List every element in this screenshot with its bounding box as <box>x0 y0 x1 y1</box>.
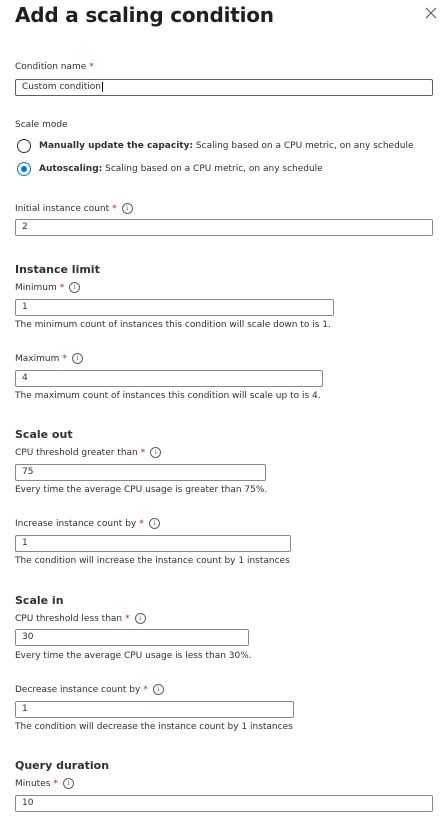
condition-name-label: Condition name * <box>15 62 94 72</box>
cpu-threshold-greater-input[interactable]: 75 <box>15 464 266 481</box>
info-icon[interactable]: i <box>148 518 160 529</box>
scale-out-heading: Scale out <box>15 428 73 441</box>
increase-instance-count-input[interactable]: 1 <box>15 535 291 552</box>
query-duration-heading: Query duration <box>15 759 110 772</box>
info-icon[interactable]: i <box>71 353 83 364</box>
maximum-input[interactable]: 4 <box>15 370 323 387</box>
minimum-input[interactable]: 1 <box>15 299 334 316</box>
required-asterisk: * <box>59 283 65 293</box>
initial-instance-count-input[interactable]: 2 <box>15 219 433 236</box>
radio-autoscaling[interactable] <box>17 162 31 176</box>
close-icon[interactable] <box>424 6 438 20</box>
increase-instance-count-label: Increase instance count by * i <box>15 518 160 529</box>
maximum-help-text: The maximum count of instances this cond… <box>15 391 321 401</box>
radio-manual-capacity-label[interactable]: Manually update the capacity: Scaling ba… <box>39 141 414 151</box>
cpu-threshold-less-input[interactable]: 30 <box>15 629 249 646</box>
text-caret <box>101 81 103 92</box>
info-icon[interactable]: i <box>69 282 81 293</box>
condition-name-input[interactable]: Custom condition <box>15 79 433 96</box>
required-asterisk: * <box>112 204 117 214</box>
scale-in-heading: Scale in <box>15 594 64 607</box>
info-icon[interactable]: i <box>62 778 74 789</box>
required-asterisk: * <box>140 448 146 458</box>
info-icon[interactable]: i <box>134 613 146 624</box>
minutes-input[interactable]: 10 <box>15 795 433 812</box>
maximum-label: Maximum * i <box>15 353 83 364</box>
radio-autoscaling-label[interactable]: Autoscaling: Scaling based on a CPU metr… <box>39 164 323 174</box>
minimum-help-text: The minimum count of instances this cond… <box>15 320 331 330</box>
info-icon[interactable]: i <box>121 203 133 214</box>
minimum-label: Minimum * i <box>15 282 81 293</box>
decrease-instance-count-help: The condition will decrease the instance… <box>15 722 293 732</box>
cpu-threshold-greater-label: CPU threshold greater than * i <box>15 447 162 458</box>
radio-manual-capacity[interactable] <box>17 139 31 153</box>
scale-mode-label: Scale mode <box>15 120 68 130</box>
required-asterisk: * <box>139 519 144 529</box>
required-asterisk: * <box>89 62 94 72</box>
info-icon[interactable]: i <box>152 684 164 695</box>
cpu-threshold-less-label: CPU threshold less than * i <box>15 613 146 624</box>
required-asterisk: * <box>125 614 130 624</box>
decrease-instance-count-input[interactable]: 1 <box>15 701 294 718</box>
increase-instance-count-help: The condition will increase the instance… <box>15 556 290 566</box>
instance-limit-heading: Instance limit <box>15 263 100 276</box>
decrease-instance-count-label: Decrease instance count by * i <box>15 684 164 695</box>
cpu-threshold-less-help: Every time the average CPU usage is less… <box>15 651 252 661</box>
minutes-label: Minutes * i <box>15 778 74 789</box>
info-icon[interactable]: i <box>150 447 162 458</box>
required-asterisk: * <box>53 779 58 789</box>
initial-instance-count-label: Initial instance count * i <box>15 203 133 214</box>
required-asterisk: * <box>143 685 148 695</box>
cpu-threshold-greater-help: Every time the average CPU usage is grea… <box>15 485 268 495</box>
panel-title: Add a scaling condition <box>15 3 274 27</box>
required-asterisk: * <box>62 354 67 364</box>
